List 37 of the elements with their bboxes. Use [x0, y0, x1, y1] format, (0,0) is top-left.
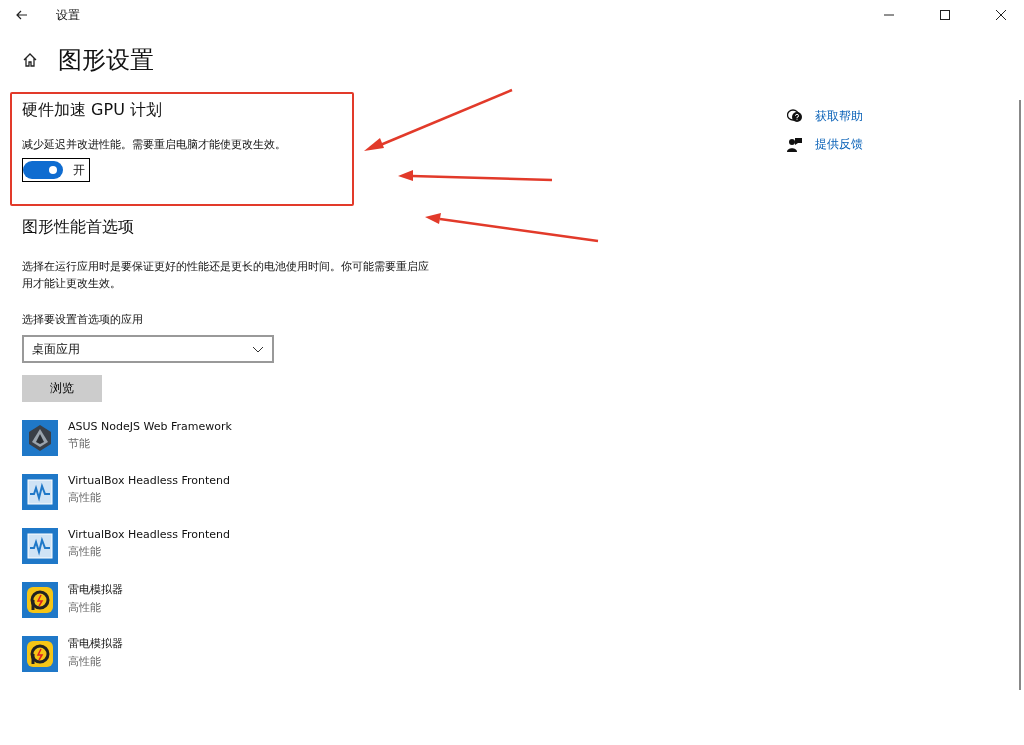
app-preference: 高性能 [68, 654, 102, 669]
section-title: 硬件加速 GPU 计划 [22, 100, 162, 121]
toggle-switch[interactable]: 开 [22, 158, 90, 182]
home-icon[interactable] [22, 52, 38, 68]
scrollbar[interactable] [1019, 100, 1021, 690]
link[interactable]: 提供反馈 [815, 135, 863, 153]
app-icon [22, 528, 58, 564]
app-preference: 高性能 [68, 600, 102, 615]
window-title: 设置 [56, 6, 80, 24]
app-name: VirtualBox Headless Frontend [68, 528, 230, 541]
app-type-dropdown[interactable]: 桌面应用 [22, 335, 274, 363]
link[interactable]: 获取帮助 [815, 107, 863, 125]
maximize-icon[interactable] [940, 10, 950, 20]
app-icon [22, 474, 58, 510]
toggle-label: 开 [73, 161, 85, 179]
help-icon [787, 108, 803, 124]
app-preference: 节能 [68, 436, 91, 451]
section-title: 图形性能首选项 [22, 217, 134, 238]
app-name: 雷电模拟器 [68, 582, 123, 597]
chevron-down-icon [252, 345, 264, 353]
section-description: 减少延迟并改进性能。需要重启电脑才能使更改生效。 [22, 137, 287, 152]
back-icon[interactable] [16, 10, 28, 20]
app-icon [22, 582, 58, 618]
app-name: VirtualBox Headless Frontend [68, 474, 230, 487]
section-description: 选择在运行应用时是要保证更好的性能还是更长的电池使用时间。你可能需要重启应用才能让更改生效。 [22, 259, 430, 292]
close-icon[interactable] [996, 10, 1006, 20]
app-icon [22, 420, 58, 456]
toggle-track[interactable] [23, 161, 63, 179]
app-preference: 高性能 [68, 490, 102, 505]
select-label: 选择要设置首选项的应用 [22, 312, 144, 327]
page-title: 图形设置 [58, 45, 154, 76]
app-name: 雷电模拟器 [68, 636, 123, 651]
app-icon [22, 636, 58, 672]
feedback-icon [787, 136, 803, 152]
browse-button[interactable]: 浏览 [22, 375, 102, 402]
app-name: ASUS NodeJS Web Framework [68, 420, 232, 433]
app-preference: 高性能 [68, 544, 102, 559]
